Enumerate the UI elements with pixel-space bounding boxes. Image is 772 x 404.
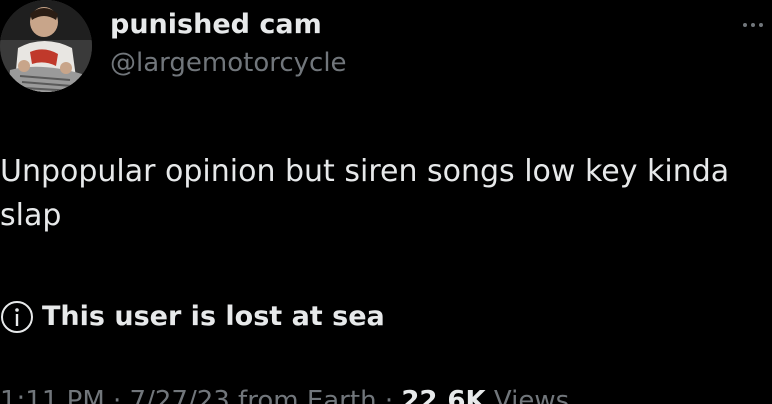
profile-photo-icon [0,0,92,92]
more-dot [743,23,747,27]
community-notice: This user is lost at sea [0,298,385,336]
tweet-timestamp[interactable]: 1:11 PM · 7/27/23 from Earth [0,386,377,404]
tweet-meta: 1:11 PM · 7/27/23 from Earth · 22.6K Vie… [0,384,569,404]
info-icon [1,301,33,333]
author-avatar[interactable] [0,0,92,92]
more-options-button[interactable] [734,10,772,40]
views-count: 22.6K [401,386,486,404]
notice-text: This user is lost at sea [42,301,385,332]
author-display-name[interactable]: punished cam [110,8,322,42]
more-dot [759,23,763,27]
tweet-text: Unpopular opinion but siren songs low ke… [0,154,730,233]
author-handle[interactable]: @largemotorcycle [110,46,347,80]
more-dot [751,23,755,27]
views-label: Views [493,386,570,404]
tweet-card: punished cam @largemotorcycle Unpopular … [0,0,772,404]
